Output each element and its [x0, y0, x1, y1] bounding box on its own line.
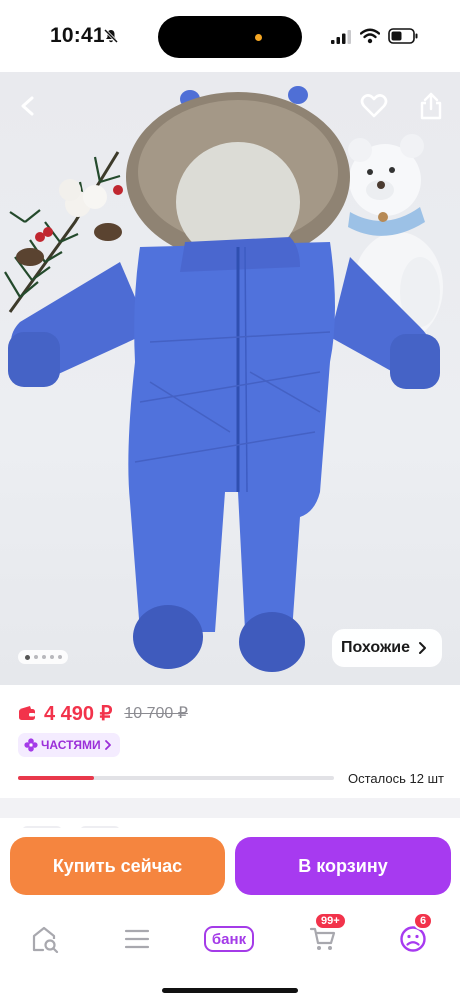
installments-badge[interactable]: ЧАСТЯМИ [18, 733, 120, 757]
mic-indicator [255, 34, 262, 41]
pagination-dot [33, 655, 38, 659]
bell-off-icon [103, 28, 119, 44]
share-icon [420, 92, 442, 120]
product-image [4, 86, 443, 672]
back-button[interactable] [8, 86, 48, 126]
pagination-dot [57, 655, 62, 659]
cart-count-badge: 99+ [314, 912, 347, 930]
favorite-button[interactable] [354, 86, 394, 126]
chevron-right-icon [419, 642, 427, 654]
current-price: 4 490 ₽ [44, 702, 113, 725]
profile-notification-badge: 6 [413, 912, 434, 930]
gallery-pagination [18, 650, 68, 664]
home-indicator [162, 988, 298, 993]
pagination-dot-active [24, 654, 30, 660]
tab-home[interactable] [20, 916, 70, 962]
stock-progress-bar [18, 776, 334, 780]
home-search-icon [32, 926, 59, 953]
status-bar: 10:41 [0, 0, 460, 72]
old-price: 10 700 ₽ [124, 705, 188, 722]
similar-button[interactable]: Похожие [332, 629, 442, 667]
tab-catalog[interactable] [112, 916, 162, 962]
section-divider [0, 798, 460, 818]
product-gallery[interactable]: Похожие [0, 72, 460, 685]
bottom-tab-bar: банк 99+ 6 [0, 908, 460, 1000]
cellular-signal-icon [331, 30, 351, 44]
add-to-cart-button[interactable]: В корзину [235, 837, 451, 895]
purchase-actions: Купить сейчас В корзину [0, 828, 460, 908]
battery-icon [388, 28, 418, 44]
pagination-dot [41, 655, 46, 659]
share-button[interactable] [411, 86, 451, 126]
heart-icon [360, 94, 388, 118]
menu-icon [124, 929, 150, 949]
wifi-icon [360, 28, 380, 44]
pagination-dot [49, 655, 54, 659]
flower-icon [24, 738, 38, 752]
chevron-right-icon [104, 740, 111, 750]
installments-label: ЧАСТЯМИ [41, 738, 101, 752]
price-row: 4 490 ₽ 10 700 ₽ [18, 700, 188, 726]
bank-label: банк [203, 926, 255, 952]
stock-progress-fill [18, 776, 94, 780]
similar-label: Похожие [341, 639, 411, 656]
chevron-left-icon [21, 96, 34, 116]
buy-now-button[interactable]: Купить сейчас [10, 837, 225, 895]
status-time: 10:41 [50, 24, 105, 47]
dynamic-island [158, 16, 302, 58]
stock-remaining: Осталось 12 шт [348, 771, 444, 786]
tab-bank[interactable]: банк [196, 916, 262, 962]
wallet-icon [19, 706, 35, 720]
